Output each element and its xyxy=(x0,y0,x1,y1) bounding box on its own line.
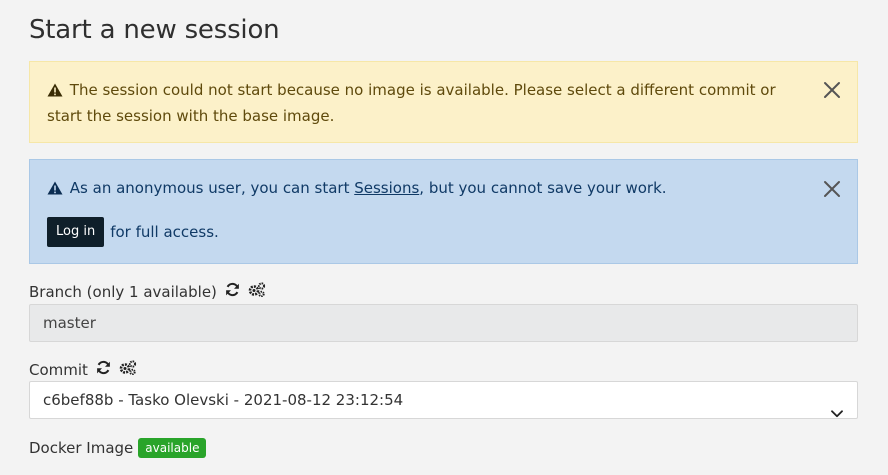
warning-alert-text: The session could not start because no i… xyxy=(47,81,776,125)
page-title: Start a new session xyxy=(29,15,280,45)
branch-input[interactable]: master xyxy=(29,304,858,342)
image-unavailable-alert: The session could not start because no i… xyxy=(29,61,858,143)
login-suffix-text: for full access. xyxy=(110,223,219,241)
refresh-icon xyxy=(97,360,110,375)
anonymous-user-alert: As an anonymous user, you can start Sess… xyxy=(29,159,858,264)
close-warning-alert-button[interactable] xyxy=(823,81,841,99)
refresh-icon xyxy=(226,282,239,297)
alert-message-container: The session could not start because no i… xyxy=(47,78,807,128)
sessions-link[interactable]: Sessions xyxy=(354,179,419,197)
commit-selected-value: c6bef88b - Tasko Olevski - 2021-08-12 23… xyxy=(43,391,404,409)
alert-message-container: As an anonymous user, you can start Sess… xyxy=(47,176,807,202)
branch-label-text: Branch (only 1 available) xyxy=(29,282,217,301)
chevron-down-icon xyxy=(831,395,843,431)
commit-settings-button[interactable] xyxy=(119,360,137,379)
login-button[interactable]: Log in xyxy=(47,217,105,247)
close-icon xyxy=(824,181,840,197)
commit-label-text: Commit xyxy=(29,360,88,379)
docker-image-field-label: Docker Image available xyxy=(29,438,207,458)
info-alert-text-suffix: , but you cannot save your work. xyxy=(419,179,667,197)
info-alert-text-prefix: As an anonymous user, you can start xyxy=(69,179,355,197)
gears-icon xyxy=(248,282,266,298)
commit-field-label: Commit xyxy=(29,360,137,379)
docker-image-status-badge: available xyxy=(138,438,207,458)
warning-triangle-icon xyxy=(47,80,63,104)
close-icon xyxy=(824,82,840,98)
branch-field-label: Branch (only 1 available) xyxy=(29,282,266,301)
commit-select[interactable]: c6bef88b - Tasko Olevski - 2021-08-12 23… xyxy=(29,381,858,419)
login-row: Log in for full access. xyxy=(47,217,219,247)
refresh-branches-button[interactable] xyxy=(225,282,240,301)
branch-settings-button[interactable] xyxy=(248,282,266,301)
docker-image-label-text: Docker Image xyxy=(29,439,134,457)
refresh-commits-button[interactable] xyxy=(96,360,111,379)
gears-icon xyxy=(119,360,137,376)
close-info-alert-button[interactable] xyxy=(823,180,841,198)
warning-triangle-icon xyxy=(47,178,63,202)
